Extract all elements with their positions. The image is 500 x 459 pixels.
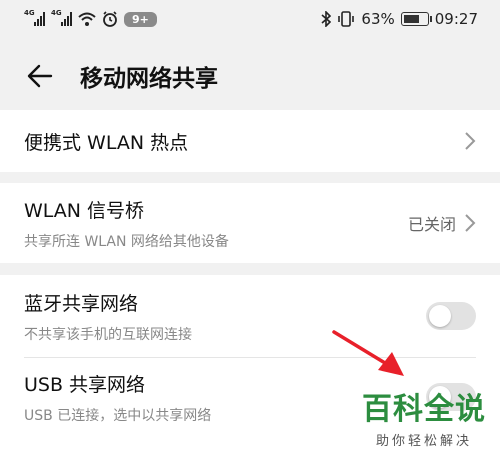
bluetooth-icon [321,11,332,27]
watermark-logo: 百科全说 助你轻松解决 [362,384,486,449]
chevron-right-icon [465,132,476,150]
back-button[interactable] [14,50,66,102]
page-title: 移动网络共享 [80,66,218,92]
annotation-arrow-icon [332,330,404,376]
chevron-right-icon [465,214,476,232]
wlan-bridge-title: WLAN 信号桥 [24,199,145,222]
signal-icon-2: 4G [51,9,72,26]
bluetooth-tethering-row[interactable]: 蓝牙共享网络 不共享该手机的互联网连接 [0,275,500,357]
hotspot-card: 便携式 WLAN 热点 [0,110,500,172]
back-arrow-icon [27,64,53,88]
clock: 09:27 [434,10,478,28]
wlan-bridge-card: WLAN 信号桥 共享所连 WLAN 网络给其他设备 已关闭 [0,183,500,263]
battery-percent: 63% [361,10,395,28]
battery-icon [400,12,432,26]
wlan-bridge-row[interactable]: WLAN 信号桥 共享所连 WLAN 网络给其他设备 已关闭 [0,183,500,263]
bluetooth-tethering-title: 蓝牙共享网络 [24,292,139,315]
wifi-icon [78,12,96,26]
wlan-bridge-status: 已关闭 [407,215,456,234]
bluetooth-tethering-toggle[interactable] [426,302,476,330]
app-header: 移动网络共享 [0,48,500,104]
network-type-1: 4G [24,9,35,17]
status-left: 4G 4G 9+ [24,9,157,27]
hotspot-title: 便携式 WLAN 热点 [24,131,189,154]
status-bar: 4G 4G 9+ 63% 09:27 [0,0,500,38]
hotspot-row[interactable]: 便携式 WLAN 热点 [0,110,500,172]
wlan-bridge-subtitle: 共享所连 WLAN 网络给其他设备 [24,233,229,250]
vibrate-icon [338,11,355,27]
watermark-sub: 助你轻松解决 [375,434,472,449]
network-type-2: 4G [51,9,62,17]
alarm-icon [103,11,117,27]
signal-icon-1: 4G [24,9,45,26]
watermark-main: 百科全说 [362,392,486,427]
notification-badge: 9+ [124,11,157,27]
status-right: 63% 09:27 [321,10,478,28]
